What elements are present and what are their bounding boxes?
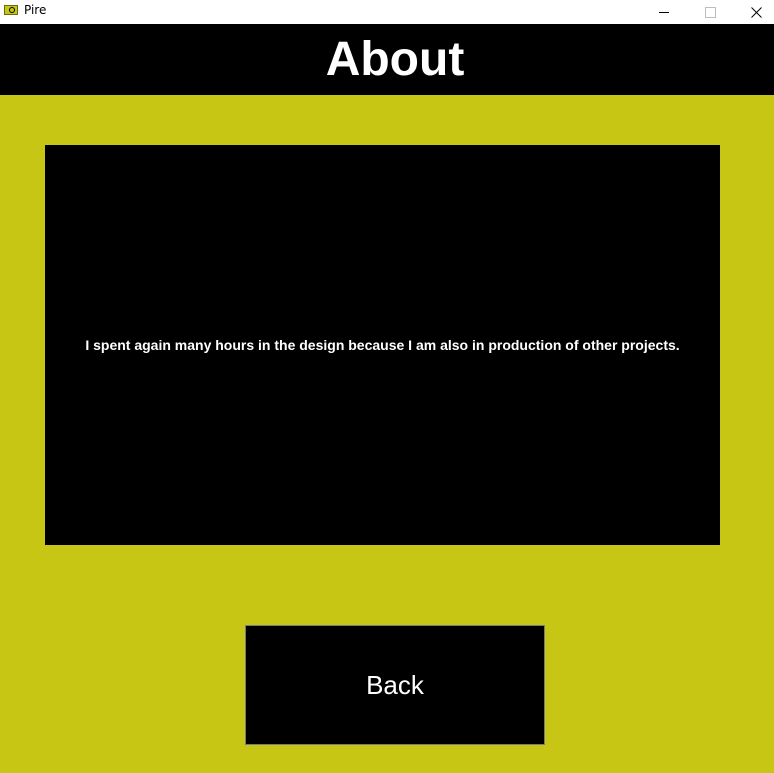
about-panel: I spent again many hours in the design b… — [45, 145, 720, 545]
app-icon — [4, 5, 18, 15]
maximize-button[interactable] — [687, 0, 733, 24]
minimize-button[interactable] — [641, 0, 687, 24]
page-header: About — [0, 24, 774, 95]
app-window: Pire About I spent again many hours in t… — [0, 0, 774, 773]
minimize-icon — [659, 11, 669, 13]
close-icon — [750, 6, 762, 18]
title-bar[interactable]: Pire — [0, 0, 774, 24]
page-title: About — [325, 33, 465, 86]
about-text: I spent again many hours in the design b… — [85, 337, 680, 353]
close-button[interactable] — [733, 0, 774, 24]
back-button[interactable]: Back — [245, 625, 545, 745]
window-title: Pire — [24, 3, 47, 17]
maximize-icon — [704, 6, 716, 18]
